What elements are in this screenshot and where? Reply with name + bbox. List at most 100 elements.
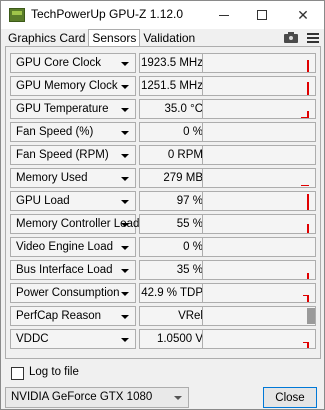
tab-bar: Graphics Card Sensors Validation <box>5 29 198 47</box>
perfcap-bar <box>307 308 315 324</box>
close-button[interactable]: Close <box>263 387 317 408</box>
sensor-dropdown[interactable]: GPU Temperature <box>10 99 136 119</box>
chevron-down-icon <box>121 223 129 227</box>
sensor-row-bus-interface-load: Bus Interface Load 35 % <box>10 260 316 280</box>
sensor-value: 0 % <box>183 126 203 138</box>
chevron-down-icon <box>121 338 129 342</box>
sensor-name: Video Engine Load <box>16 241 113 253</box>
hamburger-menu-icon[interactable] <box>307 33 319 43</box>
graph-line <box>307 342 309 348</box>
sensor-graph <box>202 76 316 96</box>
sensor-row-gpu-core-clock: GPU Core Clock 1923.5 MHz <box>10 53 316 73</box>
sensor-row-memory-controller-load: Memory Controller Load 55 % <box>10 214 316 234</box>
window-title: TechPowerUp GPU-Z 1.12.0 <box>31 7 184 21</box>
sensor-name: GPU Core Clock <box>16 57 101 69</box>
sensor-value-box: 1.0500 V <box>139 329 207 349</box>
sensor-graph <box>202 99 316 119</box>
sensor-graph <box>202 329 316 349</box>
sensor-value-box: 42.9 % TDP <box>139 283 207 303</box>
sensor-row-fan-speed-rpm: Fan Speed (RPM) 0 RPM <box>10 145 316 165</box>
gpuz-window: TechPowerUp GPU-Z 1.12.0 ✕ Graphics Card… <box>0 0 325 410</box>
chevron-down-icon <box>121 62 129 66</box>
camera-icon[interactable] <box>284 32 298 43</box>
sensor-value-box: 35.0 °C <box>139 99 207 119</box>
minimize-icon <box>219 14 229 16</box>
sensor-dropdown[interactable]: Video Engine Load <box>10 237 136 257</box>
close-window-button[interactable]: ✕ <box>283 1 323 29</box>
sensor-graph <box>202 168 316 188</box>
sensor-row-fan-speed-percent: Fan Speed (%) 0 % <box>10 122 316 142</box>
sensor-dropdown[interactable]: Fan Speed (%) <box>10 122 136 142</box>
tab-validation[interactable]: Validation <box>140 31 198 47</box>
sensor-value: 55 % <box>176 218 203 230</box>
sensor-value: 0 RPM <box>167 149 203 161</box>
sensor-dropdown[interactable]: Power Consumption <box>10 283 136 303</box>
sensor-row-video-engine-load: Video Engine Load 0 % <box>10 237 316 257</box>
sensor-value: 1.0500 V <box>156 333 203 345</box>
sensor-value: VRel <box>178 310 203 322</box>
sensor-dropdown[interactable]: GPU Core Clock <box>10 53 136 73</box>
chevron-down-icon <box>121 85 129 89</box>
sensor-dropdown[interactable]: VDDC <box>10 329 136 349</box>
sensor-graph <box>202 145 316 165</box>
sensor-name: Power Consumption <box>16 287 120 299</box>
gpu-select-dropdown[interactable]: NVIDIA GeForce GTX 1080 <box>5 387 189 408</box>
sensor-graph <box>202 214 316 234</box>
sensor-value-box: 35 % <box>139 260 207 280</box>
sensor-dropdown[interactable]: PerfCap Reason <box>10 306 136 326</box>
maximize-button[interactable] <box>247 1 277 29</box>
sensor-row-gpu-load: GPU Load 97 % <box>10 191 316 211</box>
sensor-dropdown[interactable]: Memory Controller Load <box>10 214 139 234</box>
sensor-name: GPU Load <box>16 195 70 207</box>
sensor-value-box: VRel <box>139 306 207 326</box>
sensor-name: Memory Used <box>16 172 88 184</box>
sensor-value-box: 1251.5 MHz <box>139 76 207 96</box>
log-to-file-label[interactable]: Log to file <box>29 366 79 378</box>
chevron-down-icon <box>121 246 129 250</box>
sensor-value: 97 % <box>176 195 203 207</box>
sensor-dropdown[interactable]: Bus Interface Load <box>10 260 136 280</box>
graph-line <box>307 295 309 302</box>
chevron-down-icon <box>174 396 182 400</box>
sensor-dropdown[interactable]: Memory Used <box>10 168 136 188</box>
sensor-value: 42.9 % TDP <box>141 287 203 299</box>
sensor-value-box: 1923.5 MHz <box>139 53 207 73</box>
sensor-graph <box>202 283 316 303</box>
graph-line <box>307 273 309 279</box>
sensor-graph <box>202 53 316 73</box>
close-icon: ✕ <box>297 6 309 23</box>
sensor-name: Bus Interface Load <box>16 264 113 276</box>
sensor-value: 1251.5 MHz <box>140 80 203 92</box>
sensor-name: Fan Speed (RPM) <box>16 149 109 161</box>
log-to-file-checkbox[interactable] <box>11 367 24 380</box>
chevron-down-icon <box>121 292 129 296</box>
chevron-down-icon <box>121 200 129 204</box>
gpu-select-value: NVIDIA GeForce GTX 1080 <box>11 391 153 403</box>
sensor-dropdown[interactable]: Fan Speed (RPM) <box>10 145 136 165</box>
sensor-dropdown[interactable]: GPU Load <box>10 191 136 211</box>
chevron-down-icon <box>121 131 129 135</box>
sensor-value-box: 0 % <box>139 122 207 142</box>
chevron-down-icon <box>121 269 129 273</box>
graph-line <box>307 60 309 72</box>
graph-line <box>307 194 309 210</box>
sensor-graph <box>202 306 316 326</box>
sensor-name: PerfCap Reason <box>16 310 102 322</box>
sensor-value-box: 97 % <box>139 191 207 211</box>
tab-graphics-card[interactable]: Graphics Card <box>5 31 88 47</box>
chevron-down-icon <box>121 315 129 319</box>
tab-sensors[interactable]: Sensors <box>88 29 141 47</box>
sensor-value: 0 % <box>183 241 203 253</box>
chevron-down-icon <box>121 108 129 112</box>
sensor-graph <box>202 191 316 211</box>
sensor-graph <box>202 122 316 142</box>
sensor-value: 279 MB <box>163 172 203 184</box>
graph-line <box>301 117 309 118</box>
sensor-graph <box>202 260 316 280</box>
sensor-value: 35 % <box>176 264 203 276</box>
minimize-button[interactable] <box>201 1 247 29</box>
title-bar: TechPowerUp GPU-Z 1.12.0 ✕ <box>1 1 324 29</box>
gpuz-app-icon <box>9 8 25 22</box>
sensor-value: 35.0 °C <box>164 103 203 115</box>
sensor-dropdown[interactable]: GPU Memory Clock <box>10 76 136 96</box>
